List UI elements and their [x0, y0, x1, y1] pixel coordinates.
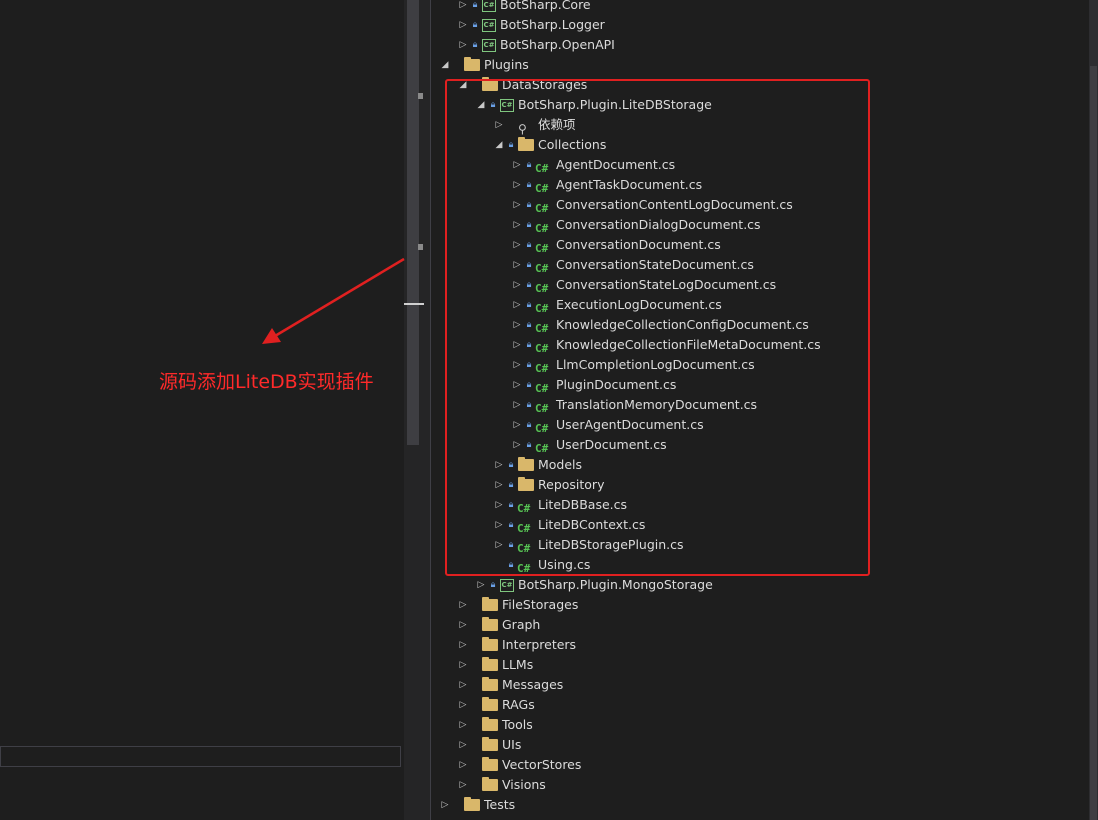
annotation-arrow	[262, 257, 405, 344]
annotation-label: 源码添加LiteDB实现插件	[159, 371, 374, 393]
